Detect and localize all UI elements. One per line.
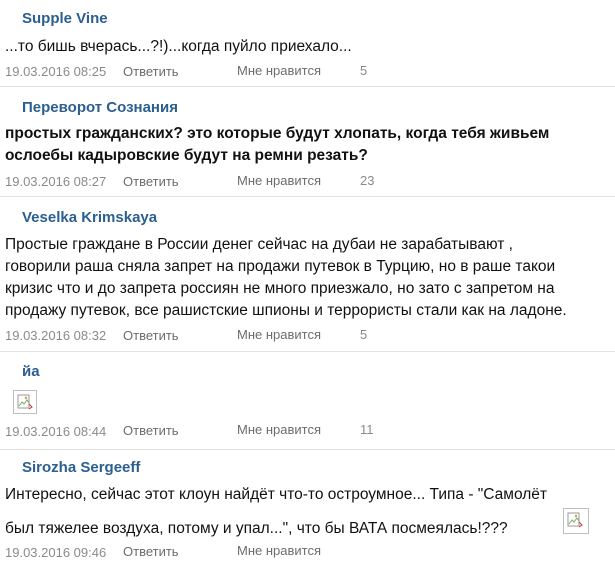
comment-author[interactable]: Supple Vine [22, 10, 108, 27]
reply-link[interactable]: Ответить [123, 544, 179, 559]
broken-image-icon[interactable] [563, 508, 589, 534]
reply-link[interactable]: Ответить [123, 174, 179, 189]
reply-link[interactable]: Ответить [123, 423, 179, 438]
comment-author[interactable]: Veselka Krimskaya [22, 209, 157, 226]
broken-image-icon[interactable] [13, 390, 37, 414]
comment-text: говорили раша сняла запрет на продажи пу… [5, 258, 556, 275]
like-count: 23 [360, 173, 375, 188]
comment-text: простых гражданских? это которые будут х… [5, 125, 550, 142]
comment-item: Sirozha Sergeeff Интересно, сейчас этот … [0, 450, 615, 570]
comment-text: продажу путевок, все рашистские шпионы и… [5, 302, 567, 319]
comment-date: 19.03.2016 08:27 [5, 174, 107, 189]
like-link[interactable]: Мне нравится [237, 173, 321, 188]
comment-item: йа 19.03.2016 08:44 Ответить Мне нравитс… [0, 352, 615, 449]
comment-author[interactable]: Sirozha Sergeeff [22, 459, 140, 476]
comment-item: Veselka Krimskaya Простые граждане в Рос… [0, 197, 615, 351]
comment-text: ослоебы кадыровские будут на ремни резат… [5, 147, 368, 164]
comment-text: ...то бишь вчерась...?!)...когда пуйло п… [5, 38, 352, 55]
comment-text: Интересно, сейчас этот клоун найдёт что-… [5, 486, 547, 503]
like-count: 11 [360, 422, 374, 437]
like-link[interactable]: Мне нравится [237, 63, 321, 78]
comment-text: был тяжелее воздуха, потому и упал...", … [5, 520, 508, 537]
comment-author[interactable]: йа [22, 363, 40, 380]
comment-item: Supple Vine ...то бишь вчерась...?!)...к… [0, 0, 615, 86]
comment-date: 19.03.2016 08:32 [5, 328, 107, 343]
reply-link[interactable]: Ответить [123, 328, 179, 343]
comment-author[interactable]: Переворот Сознания [22, 99, 178, 116]
comment-item: Переворот Сознания простых гражданских? … [0, 87, 615, 196]
comment-date: 19.03.2016 08:44 [5, 424, 107, 439]
comment-date: 19.03.2016 09:46 [5, 545, 107, 560]
like-count: 5 [360, 327, 368, 342]
comment-text: Простые граждане в России денег сейчас н… [5, 236, 513, 253]
like-count: 5 [360, 63, 368, 78]
comment-text: кризис что и до запрета россиян не много… [5, 280, 555, 297]
like-link[interactable]: Мне нравится [237, 543, 321, 558]
comment-date: 19.03.2016 08:25 [5, 64, 107, 79]
reply-link[interactable]: Ответить [123, 64, 179, 79]
like-link[interactable]: Мне нравится [237, 327, 321, 342]
like-link[interactable]: Мне нравится [237, 422, 321, 437]
